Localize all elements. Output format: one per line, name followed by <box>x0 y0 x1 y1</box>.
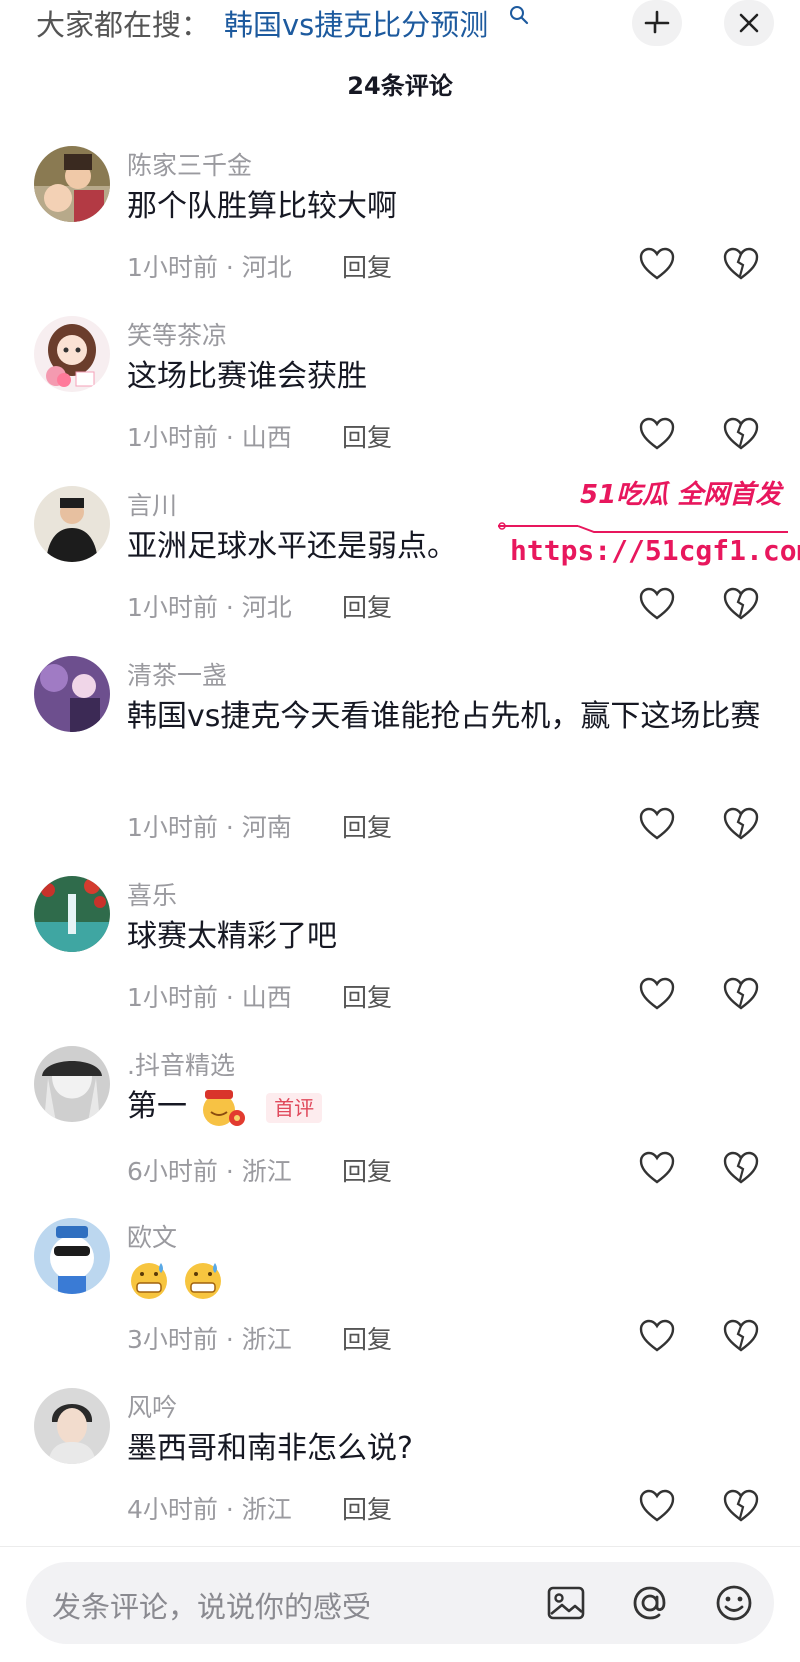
comment-emoji-row <box>127 1254 767 1304</box>
search-icon[interactable] <box>508 4 530 26</box>
heart-icon[interactable] <box>638 976 676 1012</box>
comment-username[interactable]: 风吟 <box>127 1388 177 1424</box>
comment-count-title: 24条评论 <box>347 72 453 100</box>
broken-heart-icon[interactable] <box>722 246 760 282</box>
comment-username[interactable]: 笑等茶凉 <box>127 316 227 352</box>
comment-text: 这场比赛谁会获胜 <box>127 359 367 394</box>
watermark-url: https://51cgf1.com <box>510 534 800 567</box>
watermark-title: 51吃瓜 全网首发 <box>580 480 782 510</box>
fortune-god-emoji-icon <box>202 1089 245 1126</box>
comment-text: 墨西哥和南非怎么说? <box>127 1431 413 1466</box>
trending-search-link[interactable]: 韩国vs捷克比分预测 <box>224 2 488 44</box>
comment-meta: 3小时前 · 浙江 <box>127 1325 292 1354</box>
heart-icon[interactable] <box>638 1318 676 1354</box>
watermark-decoration <box>498 522 788 533</box>
broken-heart-icon[interactable] <box>722 976 760 1012</box>
comment-username[interactable]: 陈家三千金 <box>127 146 252 182</box>
avatar[interactable] <box>34 316 110 392</box>
image-icon[interactable] <box>544 1581 588 1625</box>
comment-meta: 4小时前 · 浙江 <box>127 1495 292 1524</box>
collapse-button[interactable] <box>632 0 682 46</box>
emoji-icon[interactable] <box>712 1581 756 1625</box>
comment-username[interactable]: .抖音精选 <box>127 1046 235 1082</box>
collapse-icon <box>644 10 670 34</box>
comment-username[interactable]: 清茶一盏 <box>127 656 227 692</box>
comment-meta: 1小时前 · 河北 <box>127 253 292 282</box>
avatar[interactable] <box>34 1218 110 1294</box>
bottom-divider <box>0 1546 800 1547</box>
grimace-sweat-emoji-icon <box>184 1262 221 1299</box>
reply-button[interactable]: 回复 <box>342 808 392 844</box>
close-icon <box>739 13 759 33</box>
heart-icon[interactable] <box>638 246 676 282</box>
comment-meta: 1小时前 · 河北 <box>127 593 292 622</box>
trending-search-prefix: 大家都在搜： <box>36 8 211 42</box>
comment-text: 球赛太精彩了吧 <box>127 919 337 954</box>
comment-username[interactable]: 欧文 <box>127 1218 177 1254</box>
avatar[interactable] <box>34 486 110 562</box>
broken-heart-icon[interactable] <box>722 416 760 452</box>
reply-button[interactable]: 回复 <box>342 978 392 1014</box>
reply-button[interactable]: 回复 <box>342 248 392 284</box>
comment-text: 韩国vs捷克今天看谁能抢占先机，赢下这场比赛 <box>127 699 761 734</box>
comment-meta: 1小时前 · 山西 <box>127 983 292 1012</box>
avatar[interactable] <box>34 146 110 222</box>
comment-username[interactable]: 喜乐 <box>127 876 177 912</box>
reply-button[interactable]: 回复 <box>342 1320 392 1356</box>
first-comment-badge: 首评 <box>266 1092 323 1123</box>
heart-icon[interactable] <box>638 1488 676 1524</box>
comment-text-row: 第一 首评 <box>127 1082 767 1132</box>
at-icon[interactable] <box>628 1581 672 1625</box>
avatar[interactable] <box>34 656 110 732</box>
heart-icon[interactable] <box>638 416 676 452</box>
broken-heart-icon[interactable] <box>722 1488 760 1524</box>
reply-button[interactable]: 回复 <box>342 418 392 454</box>
reply-button[interactable]: 回复 <box>342 1490 392 1526</box>
comment-meta: 1小时前 · 山西 <box>127 423 292 452</box>
heart-icon[interactable] <box>638 586 676 622</box>
comment-meta: 6小时前 · 浙江 <box>127 1157 292 1186</box>
avatar[interactable] <box>34 1046 110 1122</box>
comment-meta: 1小时前 · 河南 <box>127 813 292 842</box>
reply-button[interactable]: 回复 <box>342 588 392 624</box>
comment-text: 第一 <box>127 1089 187 1124</box>
top-bar: 大家都在搜： 韩国vs捷克比分预测 <box>0 0 800 60</box>
reply-button[interactable]: 回复 <box>342 1152 392 1188</box>
broken-heart-icon[interactable] <box>722 806 760 842</box>
avatar[interactable] <box>34 1388 110 1464</box>
comment-input-placeholder[interactable]: 发条评论，说说你的感受 <box>52 1584 371 1626</box>
broken-heart-icon[interactable] <box>722 1150 760 1186</box>
comment-username[interactable]: 言川 <box>127 486 177 522</box>
heart-icon[interactable] <box>638 806 676 842</box>
broken-heart-icon[interactable] <box>722 586 760 622</box>
grimace-sweat-emoji-icon <box>131 1262 167 1299</box>
comment-text: 那个队胜算比较大啊 <box>127 189 397 224</box>
close-button[interactable] <box>724 0 774 46</box>
broken-heart-icon[interactable] <box>722 1318 760 1354</box>
avatar[interactable] <box>34 876 110 952</box>
watermark: 51吃瓜 全网首发 https://51cgf1.com <box>498 474 800 584</box>
comment-input-bar[interactable]: 发条评论，说说你的感受 <box>26 1562 774 1644</box>
heart-icon[interactable] <box>638 1150 676 1186</box>
